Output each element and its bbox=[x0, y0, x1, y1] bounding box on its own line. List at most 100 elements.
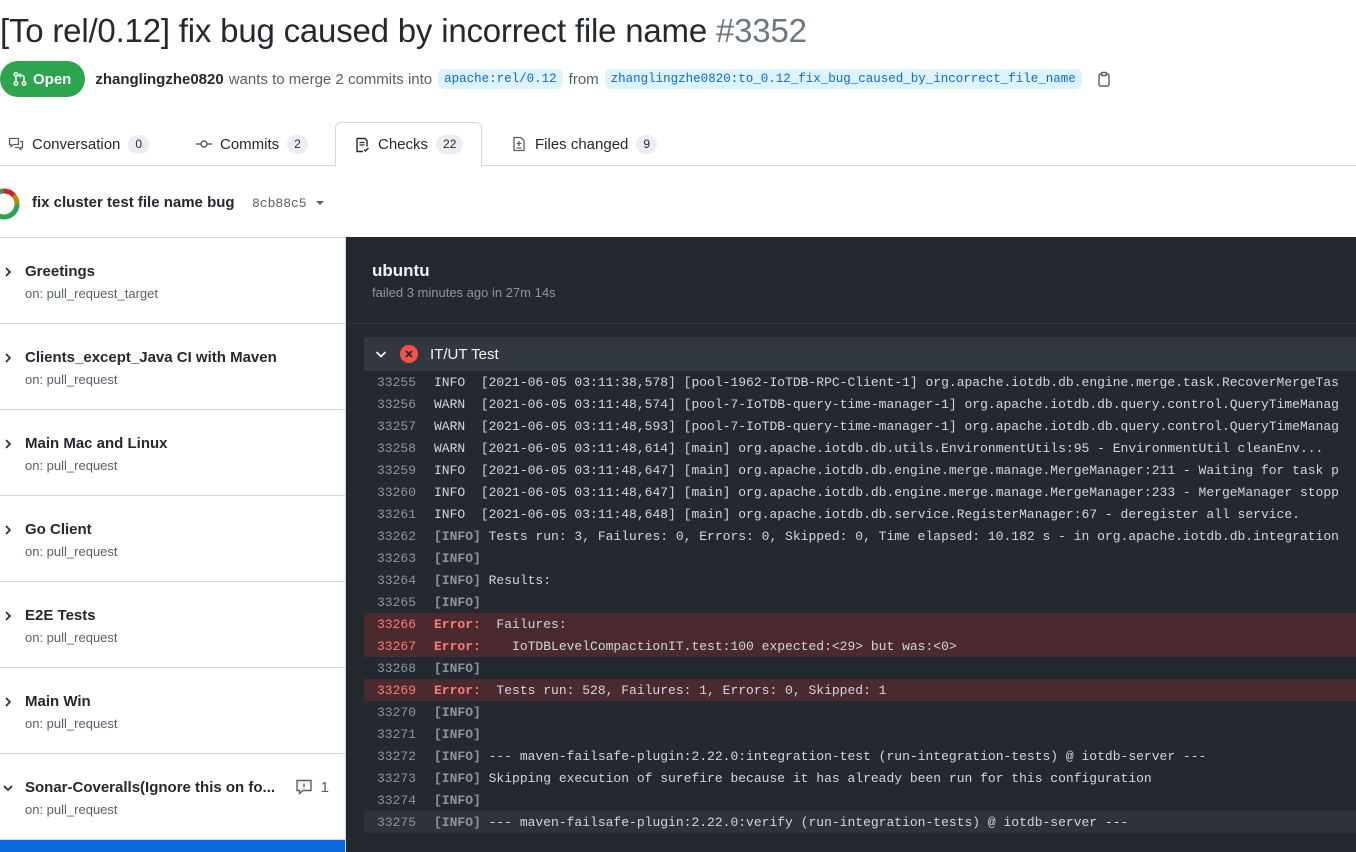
commit-selector[interactable]: fix cluster test file name bug 8cb88c5 bbox=[0, 186, 340, 222]
log-text: Tests run: 3, Failures: 0, Errors: 0, Sk… bbox=[480, 528, 1339, 544]
pr-tabs: Conversation 0 Commits 2 Checks 22 Files… bbox=[0, 122, 1356, 167]
comment-count[interactable]: 1 bbox=[295, 778, 329, 796]
pr-title-text: [To rel/0.12] fix bug caused by incorrec… bbox=[0, 12, 708, 49]
log-tag: [INFO] bbox=[434, 550, 481, 566]
workflow-item[interactable]: Main Win on: pull_request bbox=[0, 668, 345, 754]
workflow-sidebar: Greetings on: pull_request_target Client… bbox=[0, 237, 346, 852]
tab-commits[interactable]: Commits 2 bbox=[196, 122, 308, 166]
log-line: 33261 INFO [2021-06-05 03:11:48,648] [mai… bbox=[364, 503, 1356, 525]
log-level: INFO bbox=[434, 374, 474, 390]
log-line: 33256 WARN [2021-06-05 03:11:48,574] [poo… bbox=[364, 393, 1356, 415]
log-tag: [INFO] bbox=[434, 726, 481, 742]
line-number[interactable]: 33261 bbox=[364, 507, 416, 522]
tab-checks[interactable]: Checks 22 bbox=[335, 122, 483, 167]
log-line: 33268 [INFO] bbox=[364, 657, 1356, 679]
workflow-trigger: on: pull_request bbox=[25, 716, 118, 731]
log-text: Tests run: 528, Failures: 1, Errors: 0, … bbox=[488, 682, 887, 698]
line-number[interactable]: 33270 bbox=[364, 705, 416, 720]
line-number[interactable]: 33264 bbox=[364, 573, 416, 588]
log-text: IoTDBLevelCompactionIT.test:100 expected… bbox=[488, 638, 957, 654]
pr-title: [To rel/0.12] fix bug caused by incorrec… bbox=[0, 10, 807, 52]
line-number[interactable]: 33265 bbox=[364, 595, 416, 610]
line-number[interactable]: 33255 bbox=[364, 375, 416, 390]
line-number[interactable]: 33256 bbox=[364, 397, 416, 412]
x-circle-fill-icon bbox=[400, 345, 418, 363]
workflow-item[interactable]: Go Client on: pull_request bbox=[0, 496, 345, 582]
line-number[interactable]: 33263 bbox=[364, 551, 416, 566]
author-link[interactable]: zhanglingzhe0820 bbox=[95, 71, 223, 88]
log-error-label: Error: bbox=[434, 616, 489, 632]
log-line: 33259 INFO [2021-06-05 03:11:48,647] [mai… bbox=[364, 459, 1356, 481]
tab-counter: 2 bbox=[287, 134, 308, 154]
line-number[interactable]: 33271 bbox=[364, 727, 416, 742]
comment-discussion-icon bbox=[8, 137, 24, 151]
tab-files-changed[interactable]: Files changed 9 bbox=[511, 122, 658, 166]
comment-icon bbox=[295, 779, 312, 796]
workflow-name: Sonar-Coveralls(Ignore this on fo... bbox=[25, 779, 276, 796]
log-error-label: Error: bbox=[434, 682, 489, 698]
log-level: INFO bbox=[434, 462, 474, 478]
base-branch[interactable]: apache:rel/0.12 bbox=[438, 69, 563, 89]
line-number[interactable]: 33272 bbox=[364, 749, 416, 764]
log-output: 33255 INFO [2021-06-05 03:11:38,578] [poo… bbox=[364, 363, 1356, 852]
log-text: Results: bbox=[480, 572, 552, 588]
chevron-down-icon bbox=[3, 785, 13, 792]
chevron-down-icon bbox=[375, 351, 387, 358]
log-tag: [INFO] bbox=[434, 572, 481, 588]
tab-counter: 9 bbox=[636, 134, 658, 154]
commit-message: fix cluster test file name bug bbox=[32, 194, 235, 211]
log-text: --- maven-failsafe-plugin:2.22.0:integra… bbox=[480, 748, 1207, 764]
tab-counter: 0 bbox=[128, 134, 150, 154]
chevron-right-icon bbox=[5, 267, 12, 277]
log-tag: [INFO] bbox=[434, 748, 481, 764]
copy-icon[interactable] bbox=[1096, 71, 1112, 87]
line-number[interactable]: 33268 bbox=[364, 661, 416, 676]
log-level: WARN bbox=[434, 396, 474, 412]
merge-text: wants to merge 2 commits into bbox=[228, 70, 433, 88]
line-number[interactable]: 33273 bbox=[364, 771, 416, 786]
line-number[interactable]: 33257 bbox=[364, 419, 416, 434]
workflow-trigger: on: pull_request bbox=[25, 544, 118, 559]
log-text: [2021-06-05 03:11:48,614] [main] org.apa… bbox=[473, 440, 1324, 456]
workflow-item[interactable]: Main Mac and Linux on: pull_request bbox=[0, 410, 345, 496]
workflow-item[interactable]: E2E Tests on: pull_request bbox=[0, 582, 345, 668]
job-status: failed 3 minutes ago in 27m 14s bbox=[372, 285, 556, 300]
line-number[interactable]: 33267 bbox=[364, 639, 416, 654]
log-error-label: Error: bbox=[434, 638, 489, 654]
job-log-panel: ubuntu failed 3 minutes ago in 27m 14s I… bbox=[346, 237, 1356, 852]
selected-job-indicator[interactable] bbox=[0, 840, 345, 852]
log-line: 33272 [INFO] --- maven-failsafe-plugin:2.… bbox=[364, 745, 1356, 767]
chevron-right-icon bbox=[5, 525, 12, 535]
log-tag: [INFO] bbox=[434, 792, 481, 808]
workflow-name: Greetings bbox=[25, 263, 96, 280]
log-text: --- maven-failsafe-plugin:2.22.0:verify … bbox=[480, 814, 1129, 830]
checklist-icon bbox=[356, 137, 369, 152]
line-number[interactable]: 33259 bbox=[364, 463, 416, 478]
line-number[interactable]: 33262 bbox=[364, 529, 416, 544]
log-line: 33275 [INFO] --- maven-failsafe-plugin:2.… bbox=[364, 811, 1356, 833]
workflow-item[interactable]: Clients_except_Java CI with Maven on: pu… bbox=[0, 324, 345, 410]
log-line: 33262 [INFO] Tests run: 3, Failures: 0, E… bbox=[364, 525, 1356, 547]
workflow-item[interactable]: Greetings on: pull_request_target bbox=[0, 238, 345, 324]
line-number[interactable]: 33275 bbox=[364, 815, 416, 830]
log-line: 33255 INFO [2021-06-05 03:11:38,578] [poo… bbox=[364, 371, 1356, 393]
log-line: 33263 [INFO] bbox=[364, 547, 1356, 569]
file-diff-icon bbox=[513, 136, 525, 152]
log-line: 33273 [INFO] Skipping execution of surefi… bbox=[364, 767, 1356, 789]
workflow-trigger: on: pull_request bbox=[25, 458, 118, 473]
log-level: WARN bbox=[434, 418, 474, 434]
line-number[interactable]: 33260 bbox=[364, 485, 416, 500]
chevron-right-icon bbox=[5, 353, 12, 363]
line-number[interactable]: 33269 bbox=[364, 683, 416, 698]
line-number[interactable]: 33258 bbox=[364, 441, 416, 456]
log-line-error: 33267 Error: IoTDBLevelCompactionIT.test:… bbox=[364, 635, 1356, 657]
tab-label: Commits bbox=[220, 135, 280, 153]
workflow-trigger: on: pull_request bbox=[25, 372, 118, 387]
tab-conversation[interactable]: Conversation 0 bbox=[8, 122, 150, 166]
line-number[interactable]: 33266 bbox=[364, 617, 416, 632]
head-branch[interactable]: zhanglingzhe0820:to_0.12_fix_bug_caused_… bbox=[604, 69, 1082, 89]
log-text: [2021-06-05 03:11:48,647] [main] org.apa… bbox=[473, 484, 1339, 500]
workflow-item[interactable]: Sonar-Coveralls(Ignore this on fo... on:… bbox=[0, 754, 345, 840]
tab-label: Conversation bbox=[32, 135, 121, 153]
line-number[interactable]: 33274 bbox=[364, 793, 416, 808]
